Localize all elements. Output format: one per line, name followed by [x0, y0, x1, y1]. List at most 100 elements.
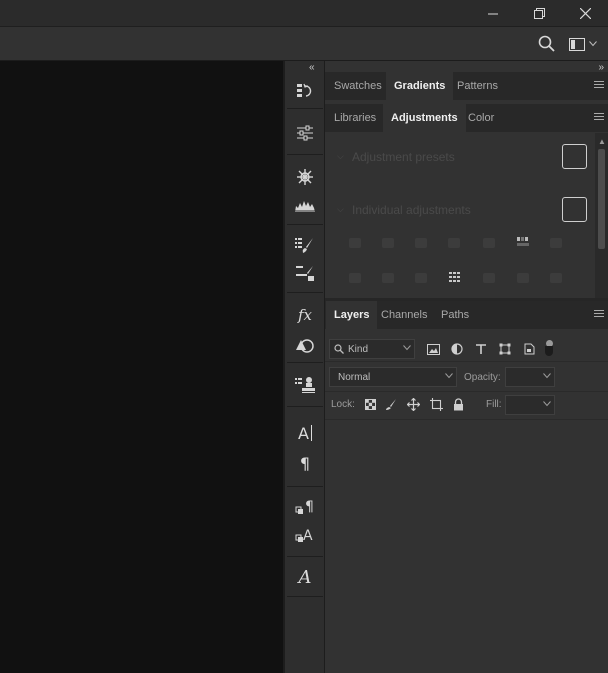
lock-label: Lock:: [331, 399, 355, 410]
brightness-contrast-icon[interactable]: [349, 238, 361, 248]
dock-group-glyphs: A: [287, 557, 323, 597]
document-canvas[interactable]: [0, 61, 283, 673]
curves-icon[interactable]: [415, 238, 427, 248]
tab-patterns[interactable]: Patterns: [449, 72, 506, 100]
chevron-down-icon: [445, 373, 453, 379]
shape-filter-icon[interactable]: [498, 342, 512, 356]
scroll-up-icon[interactable]: ▲: [598, 137, 606, 146]
layers-tab-row: Layers Channels Paths: [325, 301, 608, 329]
black-white-icon[interactable]: [349, 273, 361, 283]
tab-color[interactable]: Color: [460, 104, 502, 132]
tab-layers[interactable]: Layers: [326, 301, 378, 329]
exposure-icon[interactable]: [448, 238, 460, 248]
chevron-down-icon: ⌵: [337, 151, 344, 161]
minimize-button[interactable]: [470, 0, 516, 27]
color-lookup-icon[interactable]: [449, 272, 461, 282]
tab-channels[interactable]: Channels: [373, 301, 435, 329]
adjustments-tab-row: Libraries Adjustments Color: [325, 104, 608, 132]
restore-icon: [533, 8, 545, 19]
panel-menu-icon[interactable]: [594, 81, 604, 91]
layer-filter-kind-select[interactable]: Kind: [329, 339, 415, 359]
chevron-down-icon: [543, 401, 551, 407]
channel-mixer-icon[interactable]: [415, 273, 427, 283]
dock-group-properties: [287, 109, 323, 155]
history-icon[interactable]: [293, 79, 317, 103]
levels-icon[interactable]: [382, 238, 394, 248]
tool-presets-icon[interactable]: [293, 261, 317, 285]
glyphs-icon[interactable]: A: [293, 565, 317, 589]
scroll-thumb[interactable]: [598, 149, 605, 249]
navigator-icon[interactable]: [293, 165, 317, 189]
close-button[interactable]: [562, 0, 608, 27]
tab-gradients[interactable]: Gradients: [386, 72, 454, 100]
close-icon: [579, 8, 591, 19]
minimize-icon: [488, 13, 498, 14]
dock-group-brush: [287, 225, 323, 293]
gradient-map-icon[interactable]: [550, 273, 562, 283]
collapse-dock-icon[interactable]: «: [309, 62, 314, 73]
search-button[interactable]: [538, 35, 558, 53]
dock-group-history: [287, 73, 323, 109]
posterize-icon[interactable]: [517, 273, 529, 283]
workspace-switcher[interactable]: [569, 36, 605, 52]
lock-artboard-icon[interactable]: [429, 397, 443, 411]
lock-transparent-pixels-icon[interactable]: [363, 397, 377, 411]
brush-settings-icon[interactable]: [293, 233, 317, 257]
blend-mode-select[interactable]: Normal: [329, 367, 457, 387]
dock-group-clone: [287, 363, 323, 407]
hue-saturation-icon[interactable]: [517, 237, 529, 247]
color-balance-icon[interactable]: [550, 238, 562, 248]
paragraph-styles-icon[interactable]: ¶: [293, 495, 317, 519]
restore-button[interactable]: [516, 0, 562, 27]
lock-all-icon[interactable]: [451, 397, 465, 411]
chevron-down-icon: [403, 345, 411, 351]
character-icon[interactable]: A: [293, 421, 317, 445]
panel-icon-dock: « fx A ¶ ¶ A A: [283, 61, 325, 673]
svg-text:¶: ¶: [305, 499, 314, 515]
pixel-filter-icon[interactable]: [426, 342, 440, 356]
panel-menu-icon[interactable]: [594, 310, 604, 320]
panel-menu-icon[interactable]: [594, 113, 604, 123]
dock-group-styles: fx: [287, 293, 323, 363]
tab-adjustments[interactable]: Adjustments: [383, 104, 466, 132]
title-bar: [0, 0, 608, 27]
invert-icon[interactable]: [483, 273, 495, 283]
clone-source-icon[interactable]: [293, 373, 317, 397]
chevron-down-icon: [543, 373, 551, 379]
separator: [325, 391, 608, 392]
tab-paths[interactable]: Paths: [433, 301, 477, 329]
layers-list[interactable]: [325, 420, 608, 673]
adjustments-scrollbar[interactable]: ▲: [595, 133, 608, 298]
opacity-label: Opacity:: [464, 372, 501, 383]
add-preset-button[interactable]: [562, 144, 587, 169]
vibrance-icon[interactable]: [483, 238, 495, 248]
fill-label: Fill:: [486, 399, 502, 410]
lock-image-pixels-icon[interactable]: [384, 397, 398, 411]
opacity-input[interactable]: [505, 367, 555, 387]
lock-position-icon[interactable]: [406, 397, 420, 411]
styles-icon[interactable]: fx: [293, 303, 317, 327]
fill-input[interactable]: [505, 395, 555, 415]
swatches-tab-row: Swatches Gradients Patterns: [325, 72, 608, 100]
dock-group-character: A ¶: [287, 407, 323, 487]
separator: [325, 361, 608, 362]
chevron-down-icon: [589, 41, 597, 47]
adjustment-filter-icon[interactable]: [450, 342, 464, 356]
type-filter-icon[interactable]: [474, 342, 488, 356]
individual-adjustments-label: Individual adjustments: [352, 203, 471, 217]
dock-group-styles-text: ¶ A: [287, 487, 323, 557]
properties-icon[interactable]: [293, 121, 317, 145]
filter-toggle-switch[interactable]: [544, 338, 554, 358]
tab-swatches[interactable]: Swatches: [326, 72, 390, 100]
character-styles-icon[interactable]: A: [293, 523, 317, 547]
adjustment-presets-label: Adjustment presets: [352, 150, 455, 164]
photo-filter-icon[interactable]: [382, 273, 394, 283]
shapes-icon[interactable]: [293, 333, 317, 357]
tab-libraries[interactable]: Libraries: [326, 104, 384, 132]
search-icon: [538, 35, 555, 52]
smart-object-filter-icon[interactable]: [522, 342, 536, 356]
options-bar: [0, 27, 608, 61]
paragraph-icon[interactable]: ¶: [293, 451, 317, 475]
histogram-icon[interactable]: [293, 193, 317, 217]
add-adjustment-button[interactable]: [562, 197, 587, 222]
